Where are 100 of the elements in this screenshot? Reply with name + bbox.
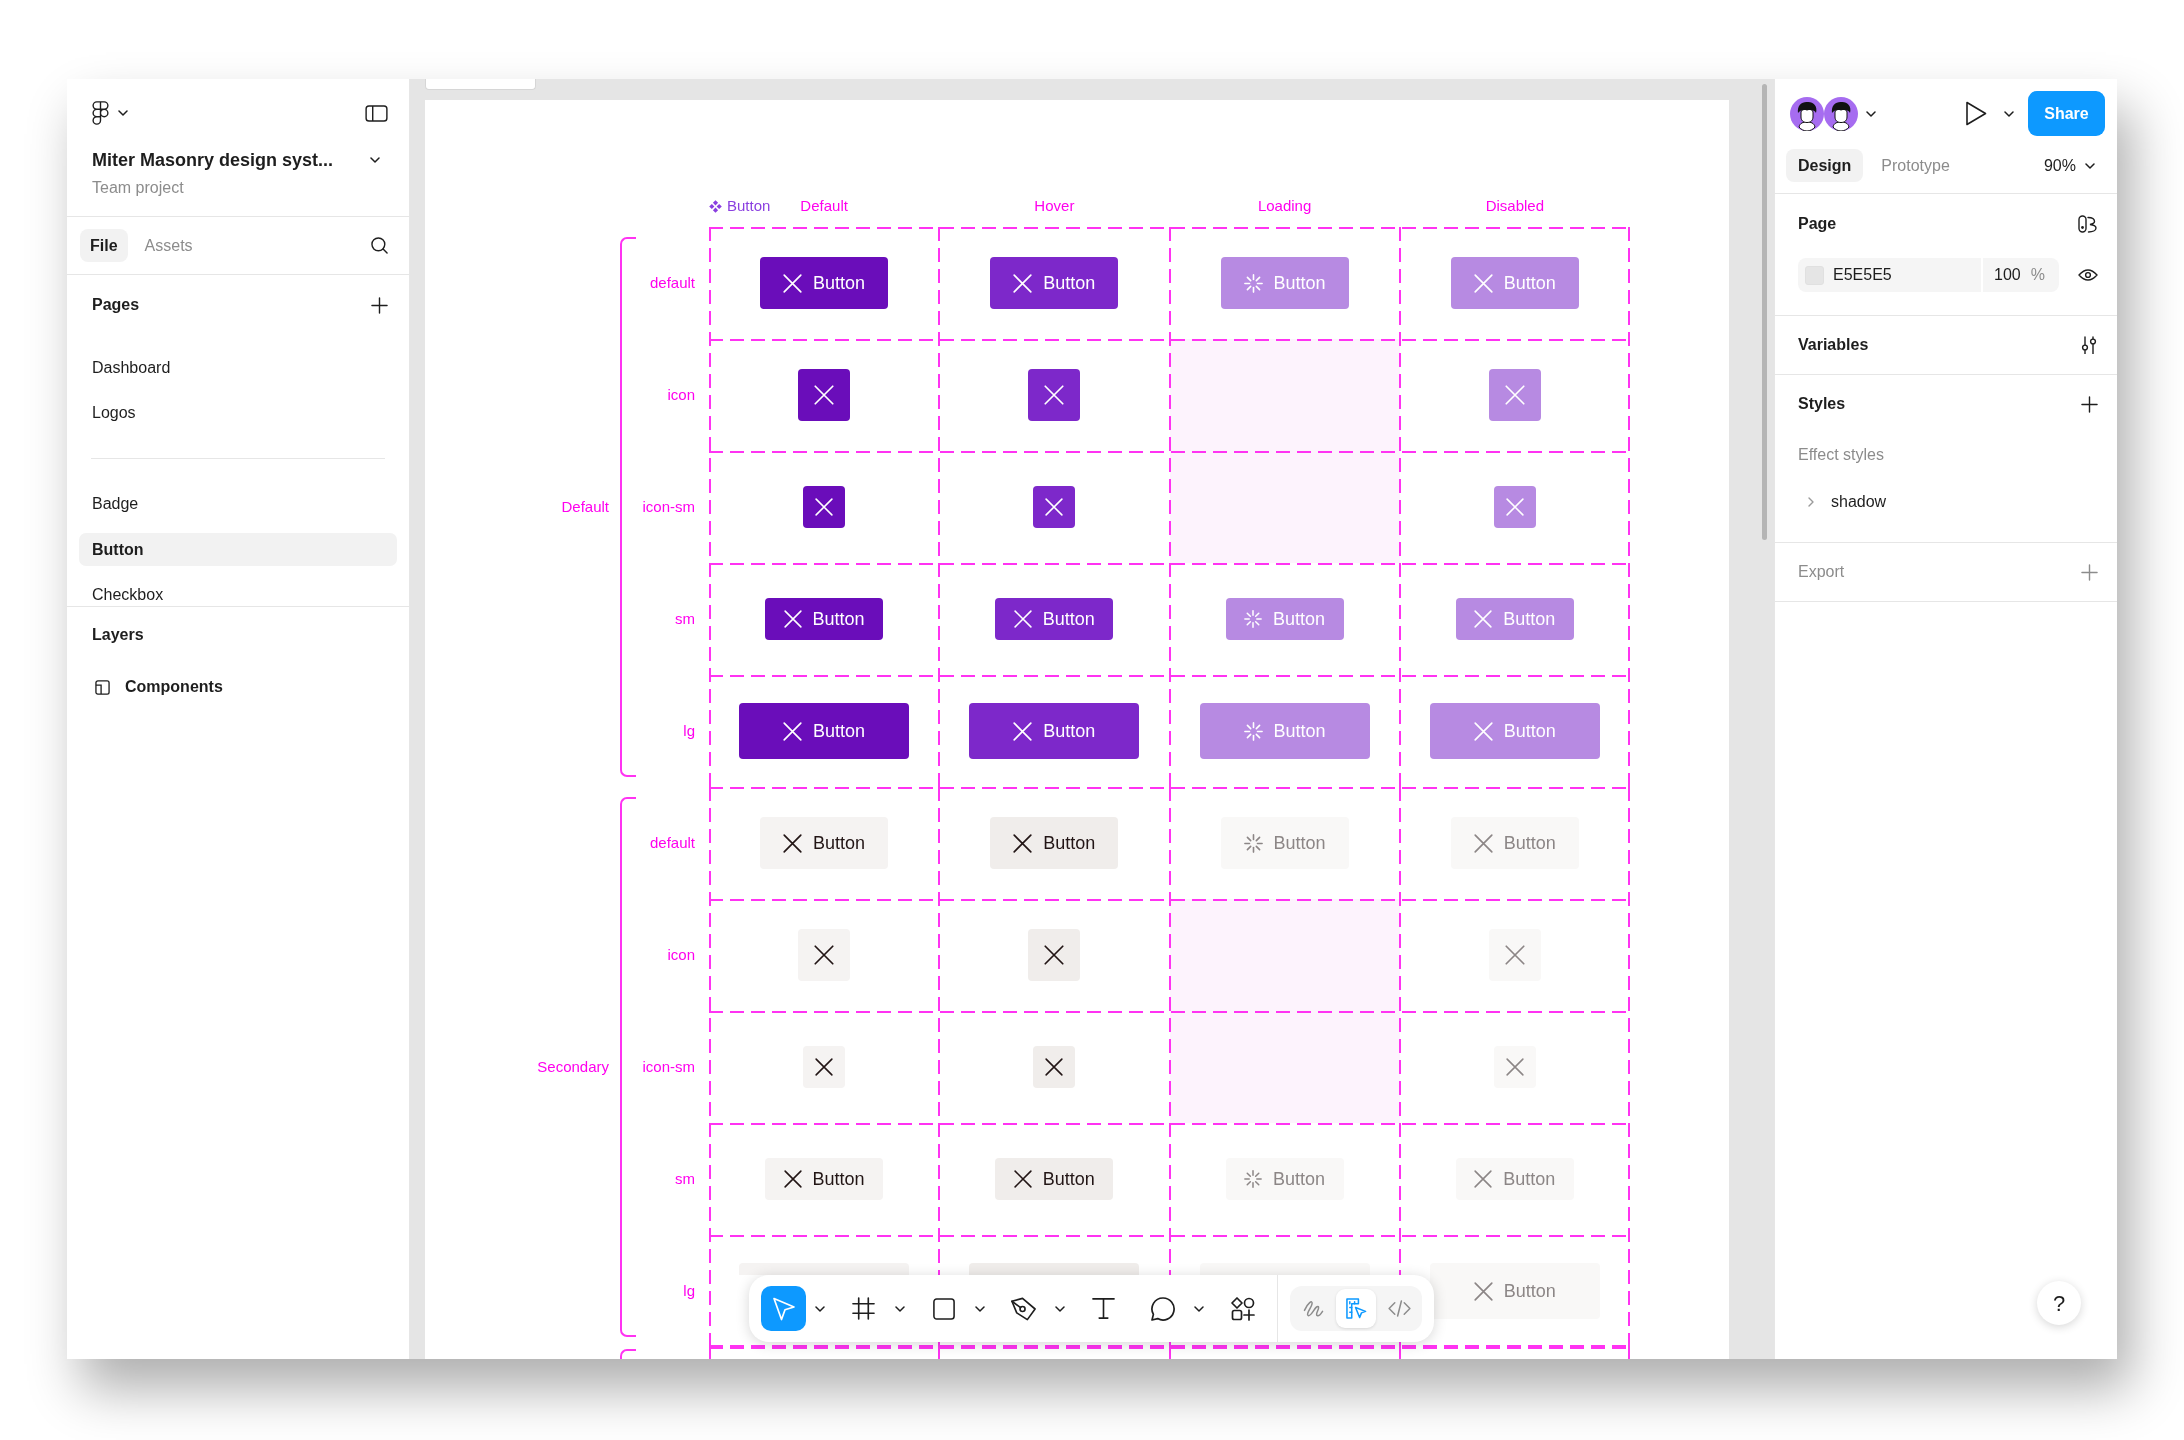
play-icon[interactable] <box>1965 101 1987 126</box>
section-title: Export <box>1798 562 1845 582</box>
spinner-icon <box>1244 610 1263 628</box>
x-icon <box>783 273 803 293</box>
x-icon <box>1473 1281 1493 1301</box>
column-header: Disabled <box>1485 196 1545 216</box>
frame-icon <box>95 679 110 695</box>
primary-button[interactable]: Button <box>760 257 889 309</box>
eye-icon[interactable] <box>2078 268 2098 282</box>
avatar-icon[interactable] <box>1790 96 1824 131</box>
chevron-down-icon[interactable] <box>118 110 128 116</box>
x-icon <box>1013 273 1033 293</box>
style-item[interactable]: shadow <box>1808 490 1887 514</box>
x-icon <box>1504 385 1525 405</box>
row-label: icon-sm <box>642 1056 695 1077</box>
chevron-down-icon[interactable] <box>1055 1305 1065 1312</box>
row-label: sm <box>675 608 695 629</box>
column-header: Hover <box>1034 196 1075 216</box>
row-label: sm <box>675 1168 695 1189</box>
logo-icon[interactable] <box>92 101 109 125</box>
theme-icon[interactable] <box>2078 215 2098 233</box>
x-icon <box>1473 833 1493 853</box>
panel-tab[interactable]: Design <box>1786 149 1864 182</box>
pen-icon <box>1010 1296 1037 1321</box>
scrollbar[interactable] <box>1762 84 1767 540</box>
plus-icon[interactable] <box>371 296 388 314</box>
x-icon <box>1473 273 1493 293</box>
x-icon <box>1013 833 1033 853</box>
x-icon <box>815 1058 834 1076</box>
secondary-icon-button[interactable] <box>1033 1046 1076 1088</box>
secondary-button[interactable]: Button <box>990 817 1119 869</box>
avatar-icon[interactable] <box>1824 96 1858 131</box>
primary-button[interactable]: Button <box>995 598 1114 640</box>
spinner-icon <box>1243 833 1263 853</box>
chevron-down-icon[interactable] <box>895 1305 905 1312</box>
text-icon <box>1092 1297 1115 1320</box>
plus-icon[interactable] <box>2081 395 2098 413</box>
hex-input[interactable]: E5E5E5 <box>1798 258 1981 292</box>
zoom-menu[interactable]: 90% <box>2043 153 2095 178</box>
row-label: icon-sm <box>642 496 695 517</box>
chevron-down-icon[interactable] <box>815 1305 825 1312</box>
help-button[interactable]: ? <box>2037 1281 2081 1325</box>
spinner-icon <box>1244 1170 1263 1188</box>
x-icon <box>1013 721 1033 741</box>
secondary-icon-button[interactable] <box>803 1046 846 1088</box>
page-item[interactable]: Button <box>79 533 397 567</box>
ruler-pointer-icon <box>1345 1298 1367 1319</box>
chevron-down-icon[interactable] <box>370 157 380 163</box>
chevron-down-icon[interactable] <box>1194 1305 1204 1312</box>
file-title[interactable]: Miter Masonry design syst... <box>92 146 334 174</box>
x-icon <box>1045 1058 1064 1076</box>
search-icon[interactable] <box>371 237 388 254</box>
opacity-input[interactable]: 100 % <box>1983 258 2059 292</box>
chevron-right-icon[interactable] <box>1808 497 1814 507</box>
rectangle-icon <box>932 1297 955 1320</box>
layer-item[interactable]: Components <box>125 675 223 699</box>
code-icon <box>1387 1300 1411 1317</box>
section-title: Variables <box>1798 335 1869 355</box>
section-title: Pages <box>92 295 140 315</box>
section-title: Page <box>1798 214 1837 234</box>
primary-button[interactable]: Button <box>765 598 884 640</box>
primary-icon-button[interactable] <box>1033 486 1076 528</box>
section-title: Styles <box>1798 394 1846 414</box>
mode-button[interactable] <box>1336 1289 1376 1328</box>
primary-button[interactable]: Button <box>990 257 1119 309</box>
page-item[interactable]: Logos <box>79 396 397 430</box>
primary-button[interactable]: Button <box>969 703 1140 759</box>
sidebar-icon[interactable] <box>365 104 388 122</box>
column-header: Default <box>800 196 848 216</box>
secondary-icon-button[interactable] <box>1028 929 1081 981</box>
secondary-button[interactable]: Button <box>765 1158 884 1200</box>
page-item[interactable]: Dashboard <box>79 351 397 385</box>
chevron-down-icon[interactable] <box>2085 162 2095 169</box>
x-icon <box>814 945 835 965</box>
file-subtitle: Team project <box>92 178 184 198</box>
chevron-down-icon[interactable] <box>1866 110 1876 117</box>
chevron-down-icon[interactable] <box>2004 110 2014 117</box>
x-icon <box>783 610 802 628</box>
row-label: lg <box>683 720 695 741</box>
secondary-button[interactable]: Button <box>760 817 889 869</box>
page-item[interactable]: Badge <box>79 487 397 521</box>
secondary-icon-button[interactable] <box>798 929 851 981</box>
component-name: Button <box>727 196 771 216</box>
secondary-button[interactable]: Button <box>995 1158 1114 1200</box>
page-item[interactable]: Checkbox <box>79 578 397 606</box>
x-icon <box>815 498 834 516</box>
x-icon <box>1045 498 1064 516</box>
primary-icon-button[interactable] <box>803 486 846 528</box>
group-label: Default <box>561 496 609 517</box>
primary-button[interactable]: Button <box>739 703 910 759</box>
shapes-icon <box>1230 1296 1255 1321</box>
x-icon <box>1013 610 1032 628</box>
subheading: Effect styles <box>1798 445 1884 465</box>
x-icon <box>783 721 803 741</box>
panel-tab[interactable]: File <box>80 229 128 262</box>
primary-icon-button[interactable] <box>798 369 851 421</box>
chevron-down-icon[interactable] <box>975 1305 985 1312</box>
sliders-icon[interactable] <box>2080 336 2098 354</box>
row-label: default <box>649 272 695 293</box>
primary-icon-button[interactable] <box>1028 369 1081 421</box>
